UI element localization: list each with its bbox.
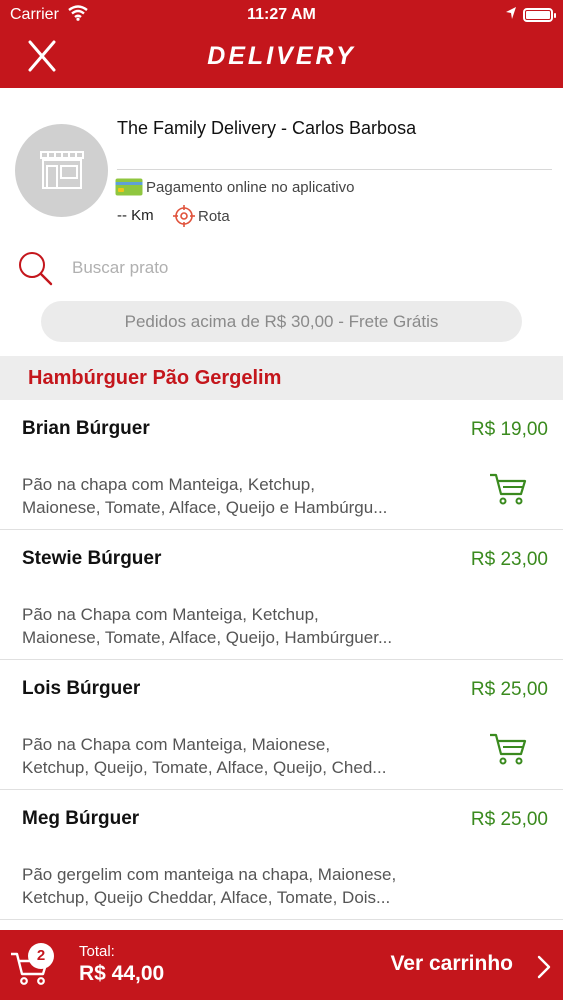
payment-info: Pagamento online no aplicativo xyxy=(115,176,354,198)
item-name: Lois Búrguer xyxy=(22,678,141,699)
category-title: Hambúrguer Pão Gergelim xyxy=(28,367,282,389)
item-description: Pão gergelim com manteiga na chapa, Maio… xyxy=(22,863,452,909)
item-description-line: Maionese, Tomate, Alface, Queijo e Hambú… xyxy=(22,498,388,517)
route-button[interactable]: Rota xyxy=(173,205,230,227)
item-price: R$ 19,00 xyxy=(470,419,548,440)
total-label: Total: xyxy=(79,943,115,960)
item-name: Meg Búrguer xyxy=(22,808,140,829)
credit-card-icon xyxy=(115,178,143,196)
total-value: R$ 44,00 xyxy=(79,962,165,985)
item-description-line: Pão na chapa com Manteiga, Ketchup, xyxy=(22,475,315,494)
item-description: Pão na Chapa com Manteiga, Maionese, Ket… xyxy=(22,733,452,779)
payment-text: Pagamento online no aplicativo xyxy=(146,178,355,196)
menu-item[interactable]: Meg Búrguer R$ 25,00 Pão gergelim com ma… xyxy=(0,790,563,920)
category-header: Hambúrguer Pão Gergelim xyxy=(0,356,563,400)
search-icon xyxy=(17,250,53,291)
status-bar: Carrier 11:27 AM xyxy=(0,0,563,30)
status-time: 11:27 AM xyxy=(247,6,316,23)
item-price: R$ 25,00 xyxy=(470,809,548,830)
menu-item[interactable]: Lois Búrguer R$ 25,00 Pão na Chapa com M… xyxy=(0,660,563,790)
cart-bar[interactable]: 2 Total: R$ 44,00 Ver carrinho xyxy=(0,930,563,1000)
item-description-line: Ketchup, Queijo Cheddar, Alface, Tomate,… xyxy=(22,888,391,907)
top-bar: Carrier 11:27 AM DELIVERY xyxy=(0,0,563,88)
chevron-right-icon xyxy=(537,955,551,984)
item-description-line: Pão gergelim com manteiga na chapa, Maio… xyxy=(22,865,397,884)
item-price: R$ 23,00 xyxy=(470,549,548,570)
item-description-line: Maionese, Tomate, Alface, Queijo, Hambúr… xyxy=(22,628,393,647)
store-logo xyxy=(15,124,108,217)
item-price: R$ 25,00 xyxy=(470,679,548,700)
item-name: Brian Búrguer xyxy=(22,418,150,439)
store-name: The Family Delivery - Carlos Barbosa xyxy=(117,118,417,138)
cart-count-badge: 2 xyxy=(28,943,54,969)
location-arrow-icon xyxy=(505,6,517,25)
view-cart-button[interactable]: Ver carrinho xyxy=(390,952,513,976)
search-input[interactable] xyxy=(72,255,532,281)
route-label: Rota xyxy=(198,207,230,225)
cart-icon[interactable] xyxy=(489,732,527,771)
battery-icon xyxy=(523,8,556,22)
item-description-line: Pão na Chapa com Manteiga, Ketchup, xyxy=(22,605,319,624)
item-description-line: Pão na Chapa com Manteiga, Maionese, xyxy=(22,735,331,754)
item-description-line: Ketchup, Queijo, Tomate, Alface, Queijo,… xyxy=(22,758,387,777)
promo-banner: Pedidos acima de R$ 30,00 - Frete Grátis xyxy=(41,301,522,342)
cart-icon[interactable] xyxy=(489,472,527,511)
item-description: Pão na Chapa com Manteiga, Ketchup, Maio… xyxy=(22,603,452,649)
menu-item[interactable]: Stewie Búrguer R$ 23,00 Pão na Chapa com… xyxy=(0,530,563,660)
item-name: Stewie Búrguer xyxy=(22,548,162,569)
item-description: Pão na chapa com Manteiga, Ketchup, Maio… xyxy=(22,473,452,519)
divider xyxy=(117,169,552,170)
distance-label: -- Km xyxy=(117,207,154,224)
storefront-icon xyxy=(40,151,84,189)
menu-item[interactable]: Brian Búrguer R$ 19,00 Pão na chapa com … xyxy=(0,400,563,530)
target-icon xyxy=(173,205,195,227)
page-title: DELIVERY xyxy=(207,42,356,70)
